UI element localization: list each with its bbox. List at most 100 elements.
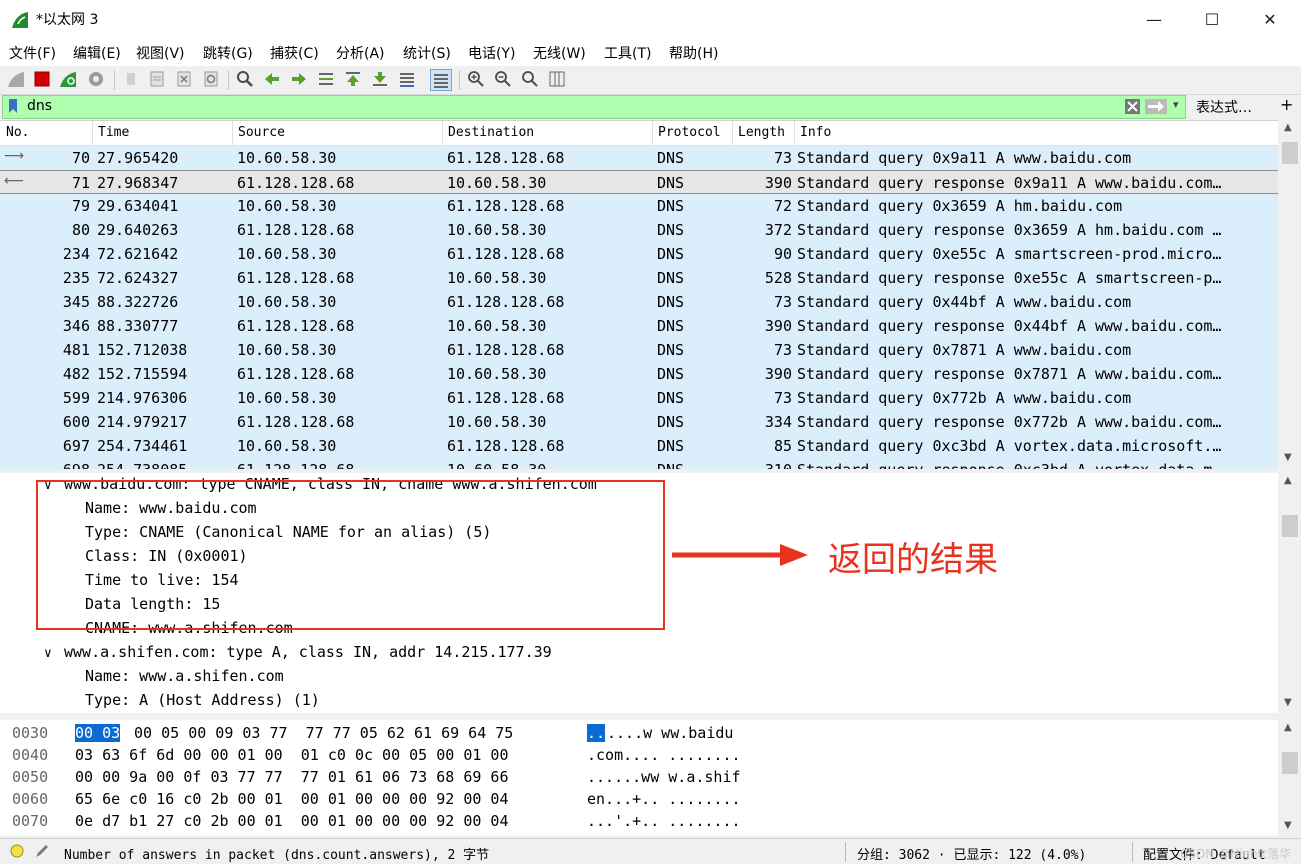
cell-len: 73 [773,341,792,359]
cell-len: 72 [773,197,792,215]
table-row[interactable]: 235 72.624327 61.128.128.68 10.60.58.30 DNS 5… [0,266,1278,290]
col-source-header[interactable]: Source [238,125,285,140]
cell-time: 254.738085 [97,461,231,469]
find-packet-search-icon[interactable] [235,69,255,89]
packet-bytes-pane[interactable]: 0030 00 03 00 05 00 09 03 77 77 77 05 62 … [0,720,1278,836]
byte-offset[interactable]: 0050 [12,768,48,786]
hex-bytes[interactable]: 65 6e c0 16 c0 2b 00 01 00 01 00 00 00 9… [75,790,508,808]
cell-dst: 10.60.58.30 [447,461,651,469]
start-capture-fin-icon[interactable] [6,69,26,89]
menu-capture[interactable]: 捕获(C) [270,43,319,63]
ascii-bytes[interactable]: .com.... ........ [587,746,741,764]
ascii-bytes[interactable]: en...+.. ........ [587,790,741,808]
hex-bytes[interactable]: 00 05 00 09 03 77 77 77 05 62 61 69 64 7… [125,724,513,742]
table-row[interactable]: 71 27.968347 61.128.128.68 10.60.58.30 DNS 39… [0,170,1278,194]
hex-bytes[interactable]: 00 00 9a 00 0f 03 77 77 77 01 61 06 73 6… [75,768,508,786]
byte-offset[interactable]: 0060 [12,790,48,808]
save-file-icon[interactable] [147,69,167,89]
cell-proto: DNS [657,413,685,431]
detail-tree-item[interactable]: Type: A (Host Address) (1) [85,691,320,709]
filter-history-dropdown-icon[interactable]: ▾ [1173,98,1179,111]
colorize-packets-icon[interactable] [430,69,452,91]
col-destination-header[interactable]: Destination [448,125,534,140]
bookmark-icon[interactable] [8,99,18,114]
packet-list[interactable]: No. Time Source Destination Protocol Len… [0,120,1278,469]
close-file-icon[interactable] [174,69,194,89]
open-file-icon[interactable] [121,69,141,89]
zoom-out-icon[interactable] [493,69,513,89]
table-row[interactable]: 234 72.621642 10.60.58.30 61.128.128.68 DNS 9… [0,242,1278,266]
cell-dst: 10.60.58.30 [447,269,547,287]
bytes-scrollbar[interactable]: ▲ ▼ [1279,720,1301,836]
ascii-bytes[interactable]: ....w ww.baidu [607,724,733,742]
cell-proto: DNS [657,221,685,239]
cell-info: Standard query 0x9a11 A www.baidu.com [797,149,1132,167]
table-row[interactable]: 80 29.640263 61.128.128.68 10.60.58.30 DNS 37… [0,218,1278,242]
hex-bytes-selected[interactable]: 00 03 [75,724,121,742]
maximize-button[interactable]: ☐ [1183,0,1241,38]
table-row[interactable]: 482 152.715594 61.128.128.68 10.60.58.30 DNS… [0,362,1278,386]
ascii-bytes[interactable]: ......ww w.a.shif [587,768,741,786]
menu-help[interactable]: 帮助(H) [669,43,718,63]
go-to-packet-icon[interactable] [316,69,336,89]
cell-no: 234 [62,245,90,263]
packet-list-scrollbar[interactable]: ▲ ▼ [1279,120,1301,468]
col-length-header[interactable]: Length [738,125,785,140]
menu-telephony[interactable]: 电话(Y) [468,43,515,63]
resize-columns-icon[interactable] [547,69,567,89]
table-row[interactable]: 70 27.965420 10.60.58.30 61.128.128.68 DNS 73… [0,146,1278,170]
col-no-header[interactable]: No. [6,125,29,140]
go-forward-arrow-icon[interactable] [289,69,309,89]
menu-wireless[interactable]: 无线(W) [533,43,586,63]
menu-analyze[interactable]: 分析(A) [336,43,385,63]
menu-tools[interactable]: 工具(T) [604,43,651,63]
col-time-header[interactable]: Time [98,125,129,140]
table-row[interactable]: 600 214.979217 61.128.128.68 10.60.58.30 DNS… [0,410,1278,434]
hex-bytes[interactable]: 03 63 6f 6d 00 00 01 00 01 c0 0c 00 05 0… [75,746,508,764]
ascii-bytes[interactable]: ...'.+.. ........ [587,812,741,830]
detail-tree-item[interactable]: Name: www.a.shifen.com [85,667,284,685]
go-last-packet-icon[interactable] [370,69,390,89]
capture-options-gear-icon[interactable] [86,69,106,89]
table-row[interactable]: 697 254.734461 10.60.58.30 61.128.128.68 DNS… [0,434,1278,458]
table-row[interactable]: 599 214.976306 10.60.58.30 61.128.128.68 DNS… [0,386,1278,410]
capture-comment-icon[interactable] [34,843,50,859]
menu-go[interactable]: 跳转(G) [203,43,253,63]
display-filter-input[interactable]: dns ▾ [2,95,1186,119]
apply-filter-arrow-icon[interactable] [1145,99,1167,114]
add-filter-button[interactable]: + [1280,95,1293,114]
menu-edit[interactable]: 编辑(E) [73,43,121,63]
clear-filter-icon[interactable] [1125,99,1140,114]
minimize-button[interactable]: — [1125,0,1183,38]
table-row[interactable]: 698 254.738085 61.128.128.68 10.60.58.30 DNS… [0,458,1278,469]
reload-file-icon[interactable] [201,69,221,89]
table-row[interactable]: 346 88.330777 61.128.128.68 10.60.58.30 DNS 3… [0,314,1278,338]
close-button[interactable]: ✕ [1241,0,1299,38]
hex-bytes[interactable]: 0e d7 b1 27 c0 2b 00 01 00 01 00 00 00 9… [75,812,508,830]
restart-capture-icon[interactable] [58,69,78,89]
col-info-header[interactable]: Info [800,125,831,140]
zoom-in-icon[interactable] [466,69,486,89]
byte-offset[interactable]: 0040 [12,746,48,764]
menu-statistics[interactable]: 统计(S) [403,43,451,63]
menu-view[interactable]: 视图(V) [136,43,185,63]
details-scrollbar[interactable]: ▲ ▼ [1279,473,1301,713]
table-row[interactable]: 345 88.322726 10.60.58.30 61.128.128.68 DNS 7… [0,290,1278,314]
auto-scroll-icon[interactable] [397,69,417,89]
menu-file[interactable]: 文件(F) [9,43,56,63]
byte-offset[interactable]: 0070 [12,812,48,830]
normal-size-icon[interactable] [520,69,540,89]
go-back-arrow-icon[interactable] [262,69,282,89]
detail-tree-item[interactable]: ∨ www.a.shifen.com: type A, class IN, add… [44,643,552,661]
byte-offset[interactable]: 0030 [12,724,48,742]
ascii-bytes-selected[interactable]: .. [587,724,606,742]
expression-button[interactable]: 表达式… [1196,97,1252,117]
col-protocol-header[interactable]: Protocol [658,125,721,140]
expert-info-icon[interactable] [10,844,24,858]
table-row[interactable]: 481 152.712038 10.60.58.30 61.128.128.68 DNS… [0,338,1278,362]
table-row[interactable]: 79 29.634041 10.60.58.30 61.128.128.68 DNS 72… [0,194,1278,218]
expand-chevron-icon[interactable]: ∨ [44,646,64,661]
go-first-packet-icon[interactable] [343,69,363,89]
cell-src: 61.128.128.68 [237,365,355,383]
stop-capture-icon[interactable] [32,69,52,89]
